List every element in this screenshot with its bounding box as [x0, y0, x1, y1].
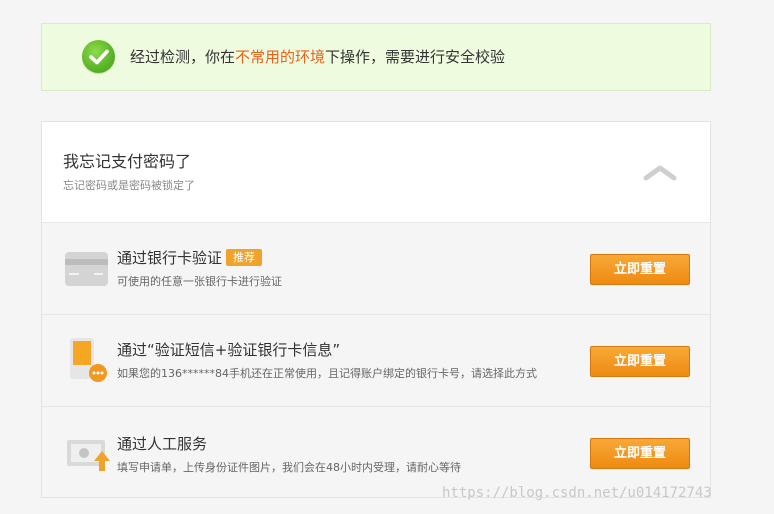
option-title: 通过“验证短信+验证银行卡信息”	[117, 341, 341, 359]
security-notice: 经过检测，你在不常用的环境下操作，需要进行安全校验	[41, 23, 711, 91]
forgot-password-panel: 我忘记支付密码了 忘记密码或是密码被锁定了 通过银行卡验证 推荐 可使用的任意一张…	[41, 121, 711, 498]
chevron-up-icon[interactable]	[643, 162, 677, 182]
panel-header[interactable]: 我忘记支付密码了 忘记密码或是密码被锁定了	[42, 122, 710, 223]
option-desc: 如果您的136******84手机还在正常使用，且记得账户绑定的银行卡号，请选择…	[117, 367, 537, 380]
option-title: 通过银行卡验证 推荐	[117, 247, 263, 268]
panel-title: 我忘记支付密码了	[63, 152, 192, 171]
option-desc: 填写申请单，上传身份证件图片，我们会在48小时内受理，请耐心等待	[117, 461, 461, 474]
id-upload-icon	[67, 440, 110, 471]
panel-subtitle: 忘记密码或是密码被锁定了	[63, 179, 195, 192]
option-desc: 可使用的任意一张银行卡进行验证	[117, 275, 282, 288]
reset-button-manual[interactable]: 立即重置	[590, 438, 690, 469]
watermark: https://blog.csdn.net/u014172743	[442, 485, 712, 501]
reset-button-bank-card[interactable]: 立即重置	[590, 254, 690, 285]
check-icon	[82, 40, 115, 73]
notice-highlight: 不常用的环境	[235, 48, 326, 66]
recommend-badge: 推荐	[226, 249, 263, 266]
phone-sms-icon	[70, 338, 107, 382]
bank-card-icon	[65, 252, 108, 286]
notice-text: 经过检测，你在不常用的环境下操作，需要进行安全校验	[130, 48, 506, 66]
reset-button-sms-bank[interactable]: 立即重置	[590, 346, 690, 377]
option-title: 通过人工服务	[117, 435, 208, 453]
option-sms-bank: 通过“验证短信+验证银行卡信息” 如果您的136******84手机还在正常使用…	[42, 315, 710, 407]
option-bank-card: 通过银行卡验证 推荐 可使用的任意一张银行卡进行验证 立即重置	[42, 223, 710, 315]
